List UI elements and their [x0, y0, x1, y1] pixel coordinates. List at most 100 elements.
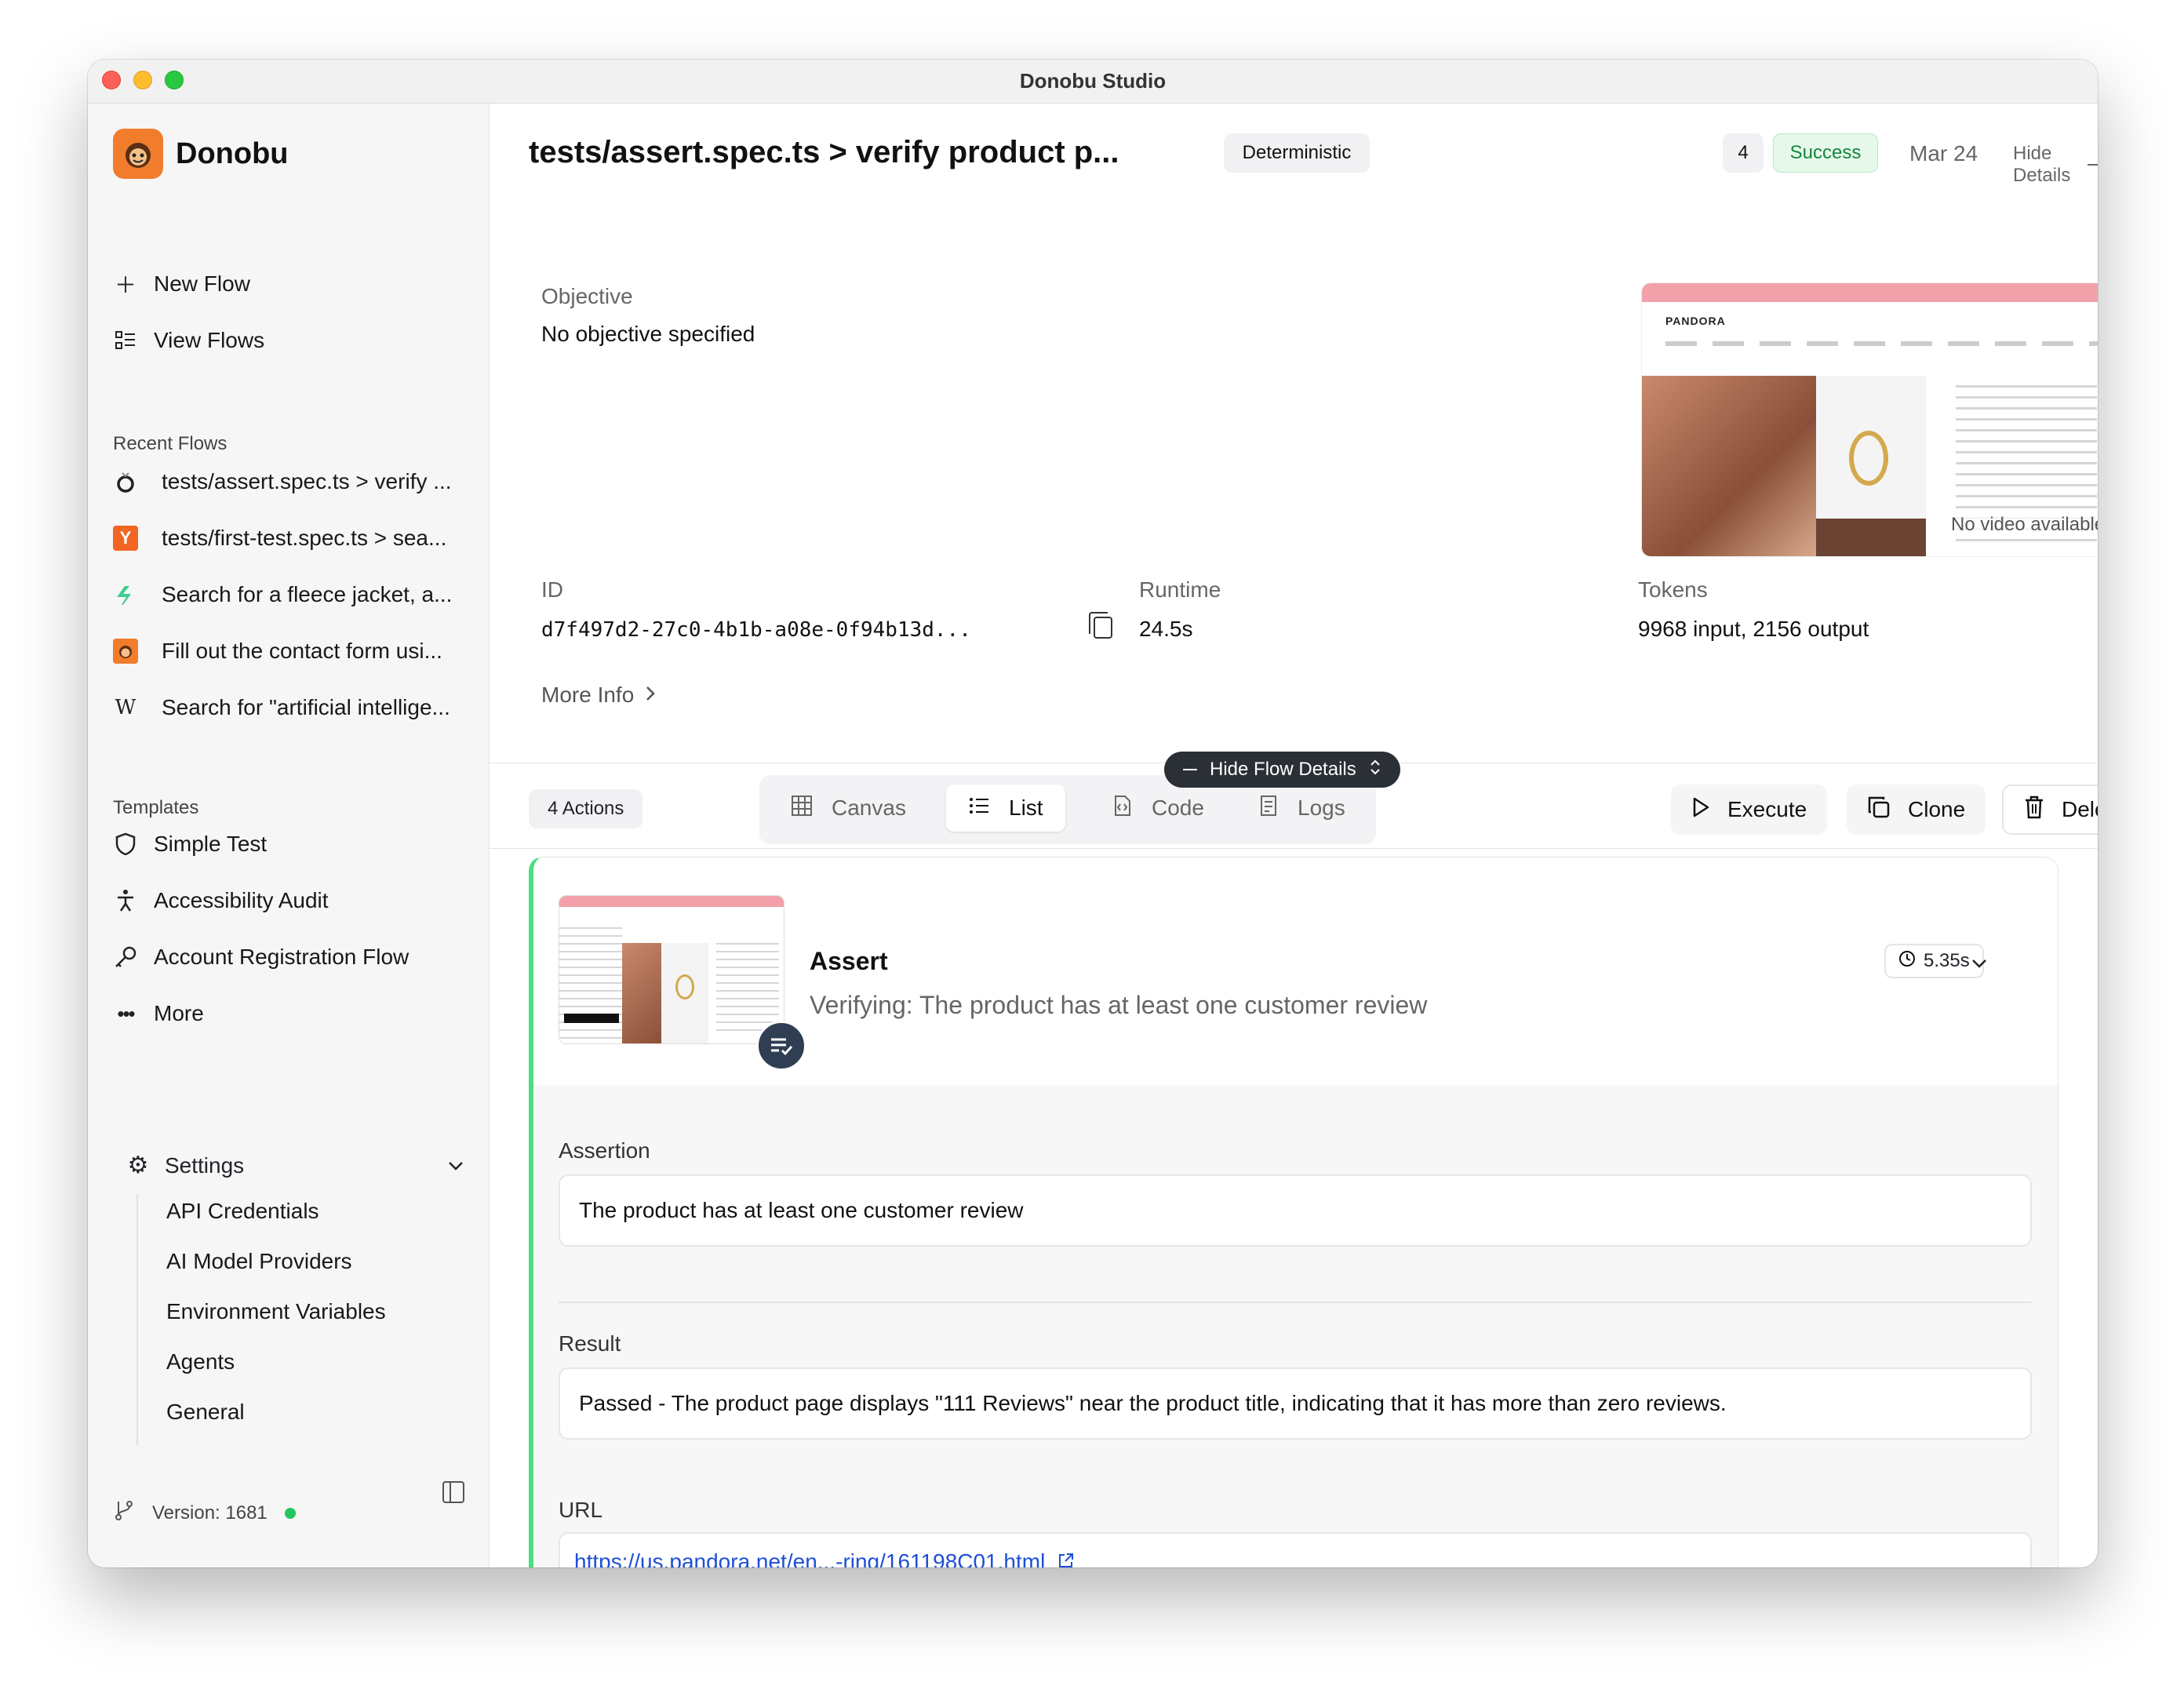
more-info-label: More Info: [541, 683, 635, 707]
play-icon: [1691, 796, 1710, 824]
objective-value: No objective specified: [541, 322, 755, 346]
more-info-button[interactable]: More Info: [541, 683, 656, 708]
url-link[interactable]: https://us.pandora.net/en...-ring/161198…: [574, 1549, 1075, 1567]
brand-name: Donobu: [176, 137, 289, 170]
action-card: Assert Verifying: The product has at lea…: [529, 857, 2058, 1567]
settings-ai-model-providers[interactable]: AI Model Providers: [166, 1244, 386, 1294]
recent-flow-item[interactable]: Fill out the contact form usi...: [113, 634, 474, 668]
scroll-icon: [1257, 795, 1279, 822]
recent-flow-item[interactable]: W Search for "artificial intellige...: [113, 690, 474, 725]
no-video-label: No video available: [1948, 514, 2098, 536]
recent-flow-label: Search for a fleece jacket, a...: [162, 582, 453, 606]
settings-general[interactable]: General: [166, 1395, 386, 1445]
template-label: Accessibility Audit: [154, 888, 329, 912]
hide-flow-details-button[interactable]: Hide Flow Details: [1164, 752, 1400, 788]
new-flow-label: New Flow: [154, 271, 250, 296]
recent-flows-label: Recent Flows: [113, 433, 228, 454]
donobu-icon: [113, 639, 138, 664]
tab-logs[interactable]: Logs: [1235, 785, 1367, 832]
recent-flow-item[interactable]: tests/assert.spec.ts > verify ...: [113, 464, 474, 499]
action-card-header[interactable]: Assert Verifying: The product has at lea…: [533, 857, 2058, 1085]
mode-badge: Deterministic: [1224, 133, 1370, 173]
preview-hand-photo: [1642, 376, 1816, 556]
assertion-label: Assertion: [559, 1138, 650, 1163]
brand[interactable]: Donobu: [113, 129, 289, 179]
new-flow-button[interactable]: ＋ New Flow: [113, 267, 250, 301]
template-label: More: [154, 1001, 204, 1025]
status-badge: Success: [1773, 133, 1878, 173]
tokens-value: 9968 input, 2156 output: [1638, 617, 1869, 641]
runtime-label: Runtime: [1139, 577, 1221, 602]
url-value: https://us.pandora.net/en...-ring/161198…: [574, 1549, 1046, 1567]
recent-flow-item[interactable]: Y tests/first-test.spec.ts > sea...: [113, 521, 474, 555]
hide-details-button[interactable]: Hide Details: [2013, 143, 2098, 187]
template-label: Simple Test: [154, 832, 268, 856]
status-online-icon: [284, 1507, 296, 1519]
action-subtitle: Verifying: The product has at least one …: [810, 991, 1428, 1019]
view-flows-button[interactable]: View Flows: [113, 323, 264, 358]
result-field[interactable]: Passed - The product page displays "111 …: [559, 1367, 2032, 1440]
thumb-banner: [559, 896, 784, 907]
ring-icon: [675, 974, 694, 999]
plus-icon: ＋: [114, 273, 136, 297]
settings-submenu: API Credentials AI Model Providers Envir…: [136, 1194, 386, 1445]
ring-icon: [1849, 431, 1888, 486]
template-accessibility-audit[interactable]: Accessibility Audit: [113, 883, 329, 918]
settings-agents[interactable]: Agents: [166, 1345, 386, 1395]
hide-flow-details-label: Hide Flow Details: [1210, 759, 1356, 780]
leaf-icon: [113, 582, 138, 607]
settings-label: Settings: [165, 1152, 245, 1178]
hide-details-label: Hide Details: [2013, 143, 2071, 186]
list-icon: [113, 328, 138, 353]
template-label: Account Registration Flow: [154, 945, 410, 969]
template-simple-test[interactable]: Simple Test: [113, 827, 267, 861]
recent-flow-item[interactable]: Search for a fleece jacket, a...: [113, 577, 474, 612]
shield-icon: [113, 832, 138, 857]
tab-list-label: List: [1009, 795, 1043, 820]
flow-date: Mar 24: [1909, 141, 1978, 166]
chevron-right-icon: [645, 683, 656, 708]
minimize-window-button[interactable]: [133, 71, 152, 89]
id-value: d7f497d2-27c0-4b1b-a08e-0f94b13d...: [541, 618, 971, 642]
template-more[interactable]: ••• More: [113, 996, 204, 1031]
delete-button[interactable]: Delete: [2002, 785, 2098, 835]
window-controls: [102, 71, 184, 89]
expand-chevron-icon[interactable]: [1971, 950, 1988, 974]
maximize-window-button[interactable]: [165, 71, 184, 89]
template-account-registration[interactable]: Account Registration Flow: [113, 940, 409, 974]
assertion-field[interactable]: The product has at least one customer re…: [559, 1174, 2032, 1247]
copy-icon[interactable]: [1089, 612, 1112, 639]
clone-label: Clone: [1908, 797, 1966, 821]
close-window-button[interactable]: [102, 71, 121, 89]
clone-button[interactable]: Clone: [1847, 785, 1986, 835]
action-title: Assert: [810, 947, 888, 975]
sidebar-collapse-icon[interactable]: [442, 1481, 464, 1503]
wikipedia-icon: W: [115, 696, 136, 719]
trash-icon: [2024, 795, 2044, 825]
execute-label: Execute: [1727, 797, 1807, 821]
y-icon: Y: [113, 526, 138, 551]
settings-toggle[interactable]: ⚙ Settings: [126, 1152, 464, 1179]
tab-canvas-label: Canvas: [832, 795, 906, 820]
tab-code[interactable]: Code: [1089, 785, 1226, 832]
objective-label: Objective: [541, 284, 633, 308]
gear-icon: ⚙: [127, 1152, 149, 1178]
runtime-value: 24.5s: [1139, 617, 1193, 641]
thumb-ring-box: [661, 943, 708, 1043]
delete-label: Delete: [2062, 797, 2098, 821]
tab-list[interactable]: List: [946, 785, 1065, 832]
templates-label: Templates: [113, 797, 199, 818]
tab-canvas[interactable]: Canvas: [769, 785, 928, 832]
result-label: Result: [559, 1331, 621, 1356]
settings-api-credentials[interactable]: API Credentials: [166, 1194, 386, 1244]
version-label: Version: 1681: [152, 1502, 268, 1524]
execute-button[interactable]: Execute: [1671, 785, 1828, 835]
version-info: Version: 1681: [113, 1499, 296, 1527]
thumb-text-left: [559, 927, 622, 1043]
title-bar: Donobu Studio: [88, 60, 2098, 104]
divider: [559, 1302, 2032, 1303]
action-screenshot-thumbnail[interactable]: [559, 895, 784, 1044]
chevron-updown-icon: [1369, 759, 1381, 781]
url-label: URL: [559, 1498, 603, 1522]
settings-environment-variables[interactable]: Environment Variables: [166, 1294, 386, 1345]
